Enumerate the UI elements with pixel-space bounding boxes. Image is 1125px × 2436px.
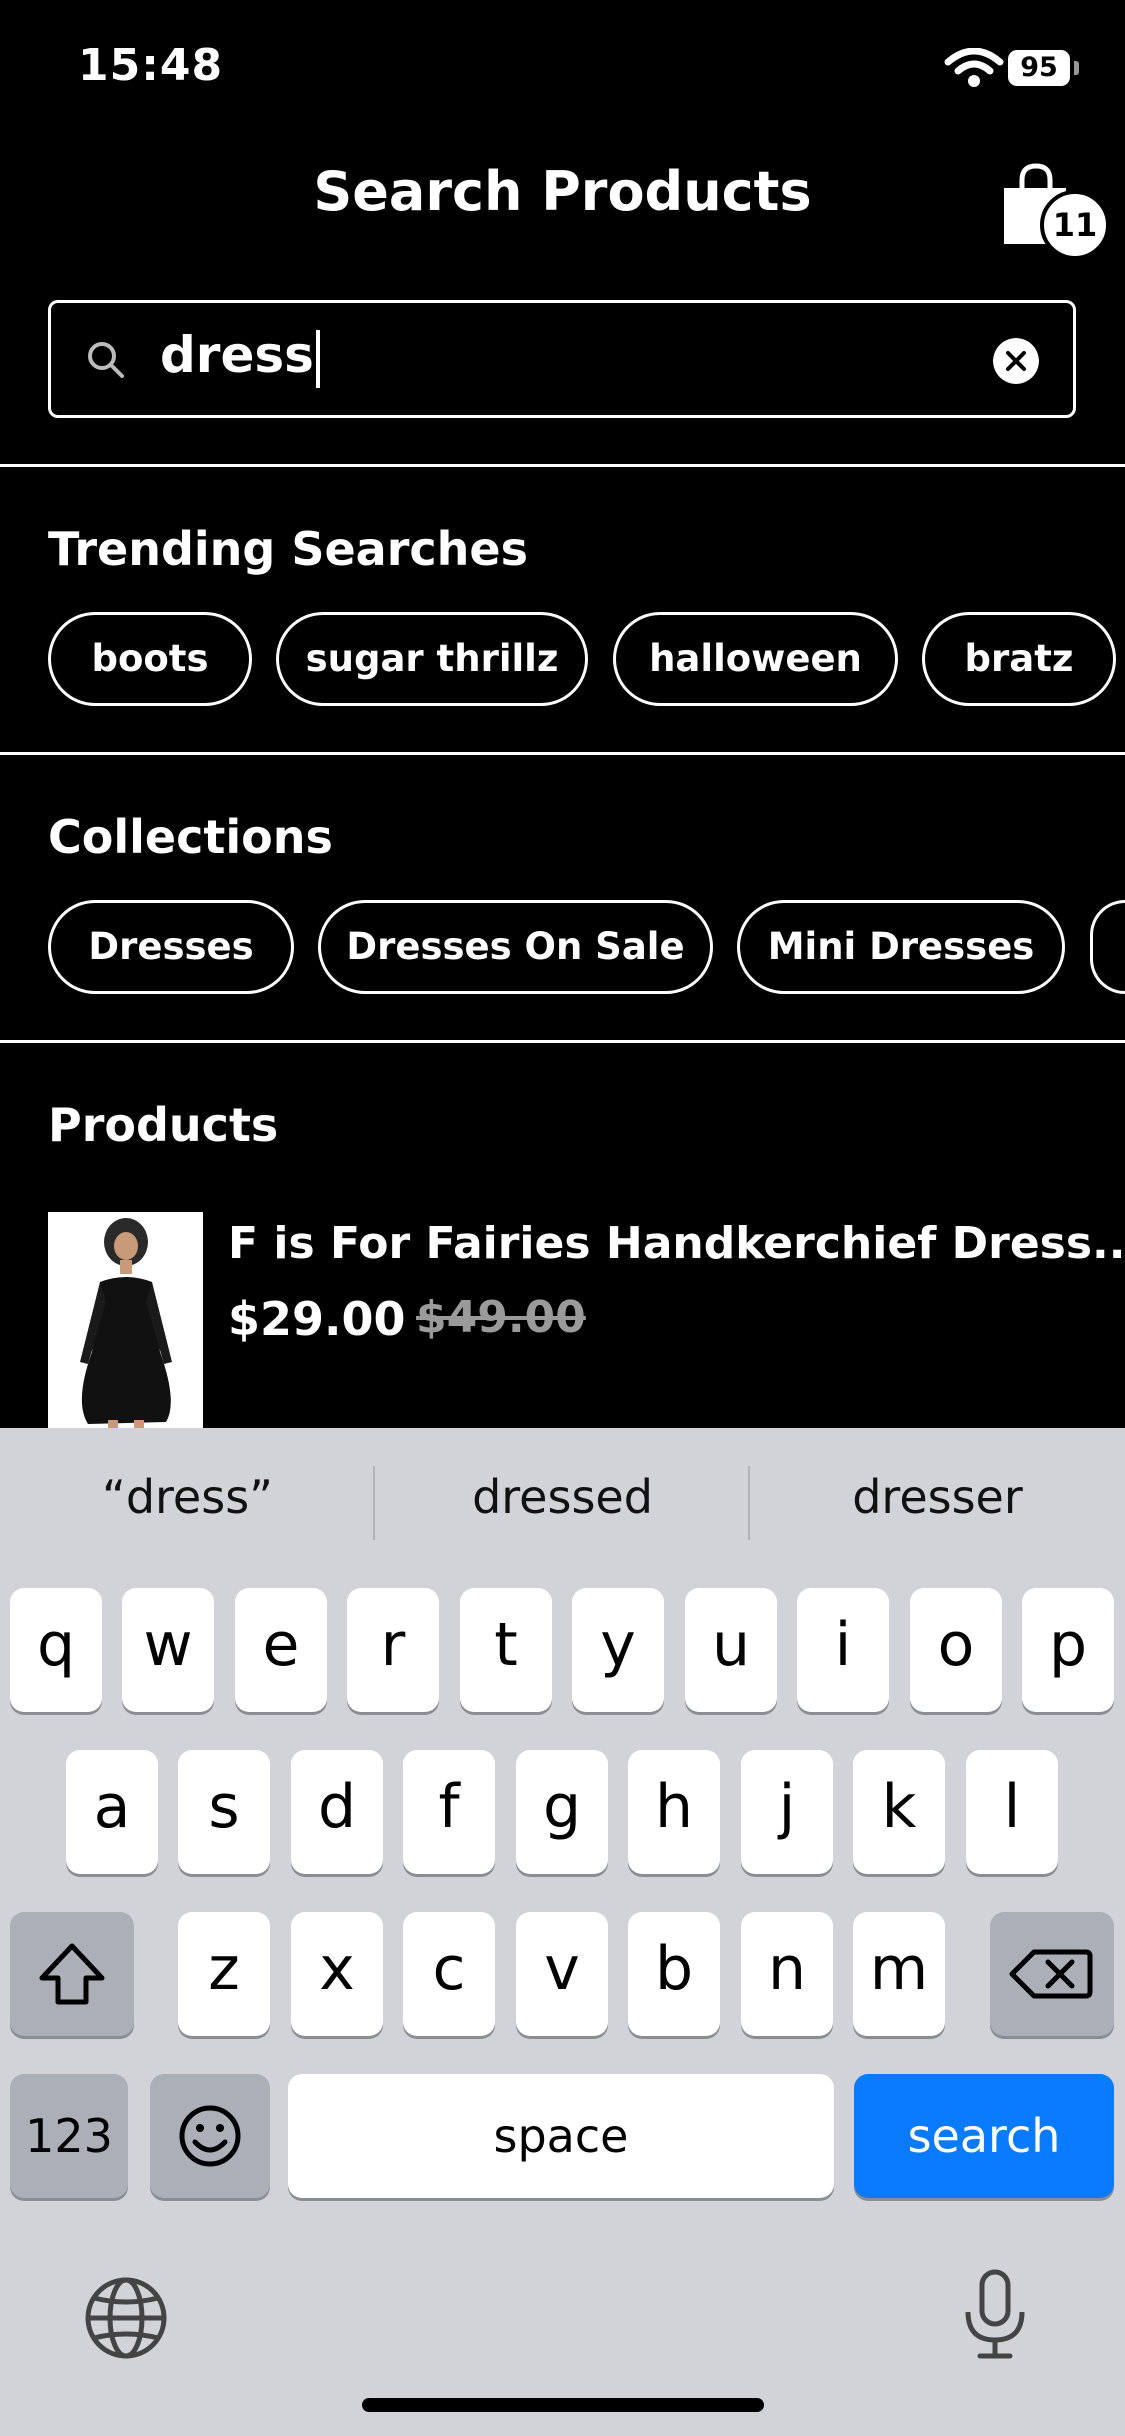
- key[interactable]: h: [628, 1750, 720, 1874]
- product-price: $29.00: [228, 1292, 406, 1346]
- emoji-key[interactable]: [150, 2074, 270, 2198]
- backspace-icon: [1009, 1949, 1093, 1999]
- numbers-key[interactable]: 123: [10, 2074, 128, 2198]
- page-title: Search Products: [313, 160, 812, 223]
- key[interactable]: d: [291, 1750, 383, 1874]
- suggestion[interactable]: “dress”: [0, 1470, 375, 1524]
- key[interactable]: l: [966, 1750, 1058, 1874]
- search-key[interactable]: search: [854, 2074, 1114, 2198]
- key[interactable]: s: [178, 1750, 270, 1874]
- key[interactable]: g: [516, 1750, 608, 1874]
- collections-title: Collections: [48, 810, 333, 864]
- key[interactable]: r: [347, 1588, 439, 1712]
- backspace-key[interactable]: [990, 1912, 1114, 2036]
- key[interactable]: t: [460, 1588, 552, 1712]
- collection-chip[interactable]: Dresses On Sale: [318, 900, 713, 994]
- product-image[interactable]: [48, 1212, 203, 1430]
- trending-chip[interactable]: sugar thrillz: [276, 612, 588, 706]
- collection-chip[interactable]: Dresses: [48, 900, 294, 994]
- collection-chip-partial[interactable]: [1090, 900, 1125, 994]
- wifi-icon: [944, 48, 1004, 87]
- emoji-icon: [179, 2105, 241, 2167]
- trending-chip[interactable]: bratz: [922, 612, 1116, 706]
- battery-level: 95: [1008, 50, 1070, 86]
- key[interactable]: f: [403, 1750, 495, 1874]
- key[interactable]: z: [178, 1912, 270, 2036]
- microphone-icon[interactable]: [960, 2268, 1030, 2360]
- key[interactable]: m: [853, 1912, 945, 2036]
- shift-icon: [39, 1943, 105, 2005]
- key[interactable]: v: [516, 1912, 608, 2036]
- battery-icon: 95: [1008, 50, 1079, 86]
- divider: [0, 1040, 1125, 1043]
- key[interactable]: y: [572, 1588, 664, 1712]
- status-time: 15:48: [78, 40, 224, 91]
- text-caret: [315, 329, 320, 388]
- products-title: Products: [48, 1098, 279, 1152]
- product-name[interactable]: F is For Fairies Handkerchief Dress...: [228, 1218, 1125, 1269]
- key[interactable]: i: [797, 1588, 889, 1712]
- cart-count-badge: 11: [1040, 190, 1110, 260]
- home-indicator: [362, 2398, 764, 2412]
- key[interactable]: q: [10, 1588, 102, 1712]
- divider: [0, 464, 1125, 467]
- key[interactable]: e: [235, 1588, 327, 1712]
- divider: [0, 752, 1125, 755]
- key[interactable]: x: [291, 1912, 383, 2036]
- trending-chip[interactable]: halloween: [613, 612, 898, 706]
- product-original-price: $49.00: [416, 1292, 586, 1343]
- space-key[interactable]: space: [288, 2074, 834, 2198]
- trending-title: Trending Searches: [48, 522, 528, 576]
- key[interactable]: b: [628, 1912, 720, 2036]
- shift-key[interactable]: [10, 1912, 134, 2036]
- collection-chip[interactable]: Mini Dresses: [737, 900, 1065, 994]
- key[interactable]: p: [1022, 1588, 1114, 1712]
- key[interactable]: c: [403, 1912, 495, 2036]
- key[interactable]: o: [910, 1588, 1002, 1712]
- search-input-value[interactable]: dress: [160, 326, 320, 388]
- clear-search-icon[interactable]: [993, 338, 1039, 384]
- trending-chip[interactable]: boots: [48, 612, 252, 706]
- key[interactable]: k: [853, 1750, 945, 1874]
- search-icon: [88, 342, 124, 378]
- key[interactable]: n: [741, 1912, 833, 2036]
- key[interactable]: a: [66, 1750, 158, 1874]
- suggestion[interactable]: dressed: [375, 1470, 750, 1524]
- key[interactable]: j: [741, 1750, 833, 1874]
- suggestion[interactable]: dresser: [750, 1470, 1125, 1524]
- globe-icon[interactable]: [84, 2276, 168, 2360]
- key[interactable]: w: [122, 1588, 214, 1712]
- key[interactable]: u: [685, 1588, 777, 1712]
- product-photo: [48, 1212, 203, 1430]
